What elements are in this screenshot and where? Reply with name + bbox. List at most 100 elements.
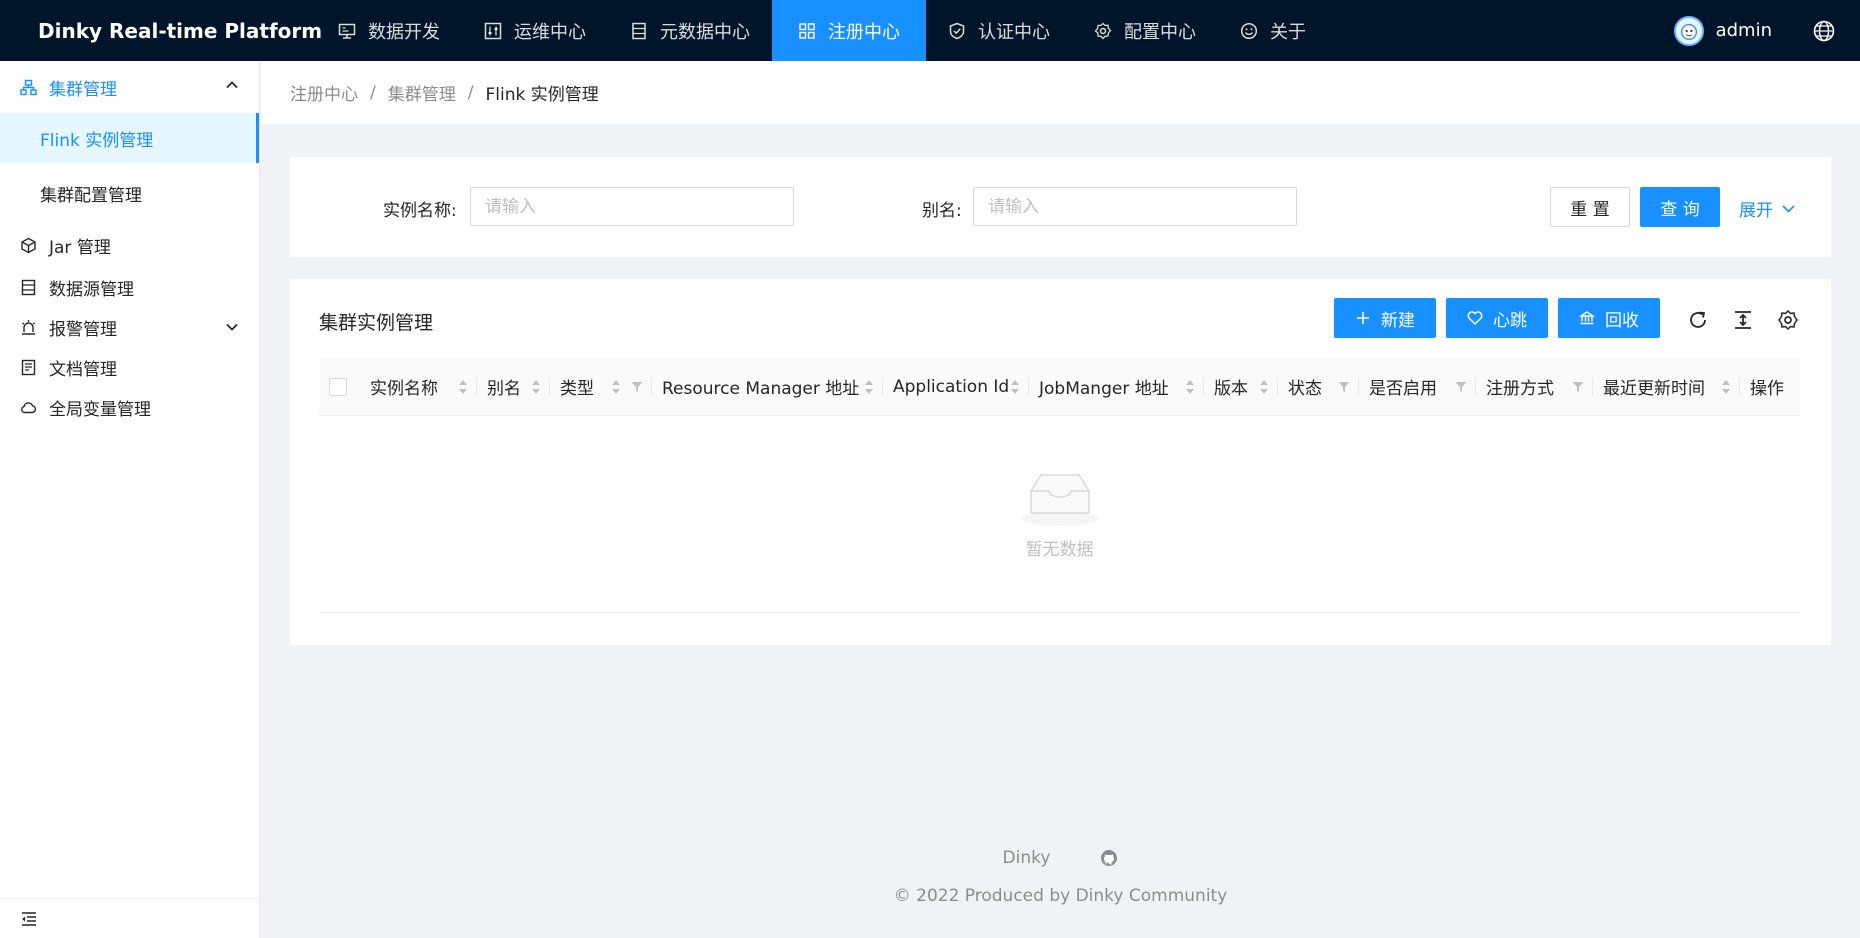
- footer-link-dinky[interactable]: Dinky: [1003, 848, 1051, 868]
- column-height-icon[interactable]: [1731, 308, 1755, 332]
- expand-label: 展开: [1739, 201, 1773, 221]
- column-title: 实例名称: [370, 379, 438, 399]
- breadcrumb-item[interactable]: 集群管理: [388, 80, 456, 105]
- nav-item-auth-center[interactable]: 认证中心: [926, 0, 1072, 61]
- alias-input[interactable]: [973, 187, 1297, 226]
- column-title: Application Id: [893, 376, 1010, 397]
- plus-icon: [1357, 312, 1369, 324]
- filter-icon[interactable]: [1455, 381, 1467, 393]
- breadcrumb-item[interactable]: 注册中心: [290, 80, 358, 105]
- column-header-rm-address[interactable]: Resource Manager 地址: [651, 358, 882, 416]
- sidebar-item-label: 文档管理: [49, 359, 117, 380]
- recycle-button[interactable]: 回收: [1558, 298, 1660, 338]
- database-icon: [21, 279, 36, 295]
- nav-item-config-center[interactable]: 配置中心: [1072, 0, 1218, 61]
- column-header-application-id[interactable]: Application Id: [882, 358, 1028, 416]
- nav-label: 注册中心: [828, 21, 900, 43]
- nav-item-data-dev[interactable]: 数据开发: [316, 0, 462, 61]
- column-title: 注册方式: [1486, 379, 1554, 399]
- instance-table-card: 集群实例管理 新建 心跳 回收 实例名称 别名 类型 Resource Mana…: [290, 279, 1831, 645]
- column-title: 最近更新时间: [1603, 379, 1705, 399]
- footer-links: Dinky: [261, 848, 1860, 868]
- header-right: admin: [1673, 0, 1860, 61]
- chevron-down-icon: [226, 323, 238, 331]
- sort-icon[interactable]: [458, 378, 468, 396]
- column-title: 别名: [487, 379, 521, 399]
- sidebar-item-global-vars[interactable]: 全局变量管理: [0, 387, 259, 427]
- cloud-icon: [21, 401, 37, 413]
- sidebar-item-flink-instance[interactable]: Flink 实例管理: [0, 113, 259, 163]
- column-header-jm-address[interactable]: JobManger 地址: [1028, 358, 1203, 416]
- avatar: [1673, 15, 1704, 46]
- filter-icon[interactable]: [631, 381, 643, 393]
- column-header-version[interactable]: 版本: [1203, 358, 1277, 416]
- github-icon[interactable]: [1100, 849, 1118, 867]
- sidebar: 集群管理 Flink 实例管理 集群配置管理 Jar 管理 数据源管理 报警管理…: [0, 61, 260, 938]
- nav-label: 元数据中心: [660, 21, 750, 43]
- new-button-label: 新建: [1381, 310, 1415, 331]
- user-name: admin: [1715, 20, 1772, 41]
- nav-label: 配置中心: [1124, 21, 1196, 43]
- smile-icon: [1240, 22, 1258, 39]
- expand-toggle[interactable]: 展开: [1739, 196, 1796, 221]
- avatar-face-icon: [1680, 23, 1697, 40]
- heartbeat-button[interactable]: 心跳: [1446, 298, 1548, 338]
- heartbeat-button-label: 心跳: [1493, 310, 1527, 331]
- top-header: Dinky Real-time Platform 数据开发 运维中心 元数据中心…: [0, 0, 1860, 61]
- column-header-status[interactable]: 状态: [1277, 358, 1358, 416]
- bank-icon: [1579, 311, 1595, 325]
- sort-icon[interactable]: [864, 378, 874, 396]
- new-button[interactable]: 新建: [1334, 298, 1436, 338]
- code-sandbox-icon: [21, 237, 36, 253]
- setting-icon: [1094, 22, 1112, 39]
- nav-item-ops-center[interactable]: 运维中心: [462, 0, 608, 61]
- sort-icon[interactable]: [1010, 378, 1020, 396]
- sort-icon[interactable]: [1721, 378, 1731, 396]
- column-header-enabled[interactable]: 是否启用: [1358, 358, 1475, 416]
- sort-icon[interactable]: [611, 378, 621, 396]
- column-header-register-mode[interactable]: 注册方式: [1475, 358, 1592, 416]
- sort-icon[interactable]: [1259, 378, 1269, 396]
- sidebar-item-label: 全局变量管理: [49, 399, 151, 420]
- nav-label: 运维中心: [514, 21, 586, 43]
- reload-icon[interactable]: [1686, 308, 1710, 332]
- filter-icon[interactable]: [1572, 381, 1584, 393]
- column-header-alias[interactable]: 别名: [476, 358, 549, 416]
- sidebar-item-alert[interactable]: 报警管理: [0, 307, 259, 347]
- select-all-checkbox[interactable]: [329, 377, 347, 396]
- nav-item-about[interactable]: 关于: [1218, 0, 1328, 61]
- search-form: 实例名称: 别名: 重 置 查 询 展开: [290, 157, 1831, 257]
- sidebar-item-docs[interactable]: 文档管理: [0, 347, 259, 387]
- column-header-instance-name[interactable]: 实例名称: [359, 358, 476, 416]
- globe-icon[interactable]: [1812, 19, 1836, 43]
- table-header: 实例名称 别名 类型 Resource Manager 地址 Applicati…: [319, 358, 1800, 416]
- setting-icon[interactable]: [1776, 308, 1800, 332]
- reset-button[interactable]: 重 置: [1550, 187, 1630, 227]
- sidebar-item-jar[interactable]: Jar 管理: [0, 223, 259, 267]
- sidebar-group-label: 集群管理: [49, 79, 117, 100]
- column-title: 状态: [1288, 379, 1322, 399]
- logo[interactable]: Dinky Real-time Platform: [0, 0, 322, 61]
- recycle-button-label: 回收: [1605, 310, 1639, 331]
- sidebar-group-cluster[interactable]: 集群管理: [0, 61, 259, 113]
- column-title: 版本: [1214, 379, 1248, 399]
- query-button[interactable]: 查 询: [1640, 187, 1720, 227]
- empty-text: 暂无数据: [1025, 540, 1094, 560]
- user-menu[interactable]: admin: [1673, 15, 1772, 46]
- alert-icon: [22, 319, 35, 335]
- instance-name-input[interactable]: [470, 187, 794, 226]
- column-header-type[interactable]: 类型: [549, 358, 651, 416]
- nav-item-registry-center[interactable]: 注册中心: [772, 0, 926, 61]
- nav-item-metadata-center[interactable]: 元数据中心: [608, 0, 772, 61]
- filter-icon[interactable]: [1338, 381, 1350, 393]
- file-icon: [21, 359, 36, 375]
- column-header-actions: 操作: [1739, 358, 1800, 416]
- sidebar-collapse-toggle[interactable]: [0, 898, 259, 938]
- sort-icon[interactable]: [1185, 378, 1195, 396]
- alias-label: 别名:: [922, 201, 962, 221]
- sidebar-item-cluster-config[interactable]: 集群配置管理: [0, 163, 259, 223]
- nav-label: 认证中心: [978, 21, 1050, 43]
- column-header-updated-time[interactable]: 最近更新时间: [1592, 358, 1739, 416]
- sort-icon[interactable]: [531, 378, 541, 396]
- sidebar-item-datasource[interactable]: 数据源管理: [0, 267, 259, 307]
